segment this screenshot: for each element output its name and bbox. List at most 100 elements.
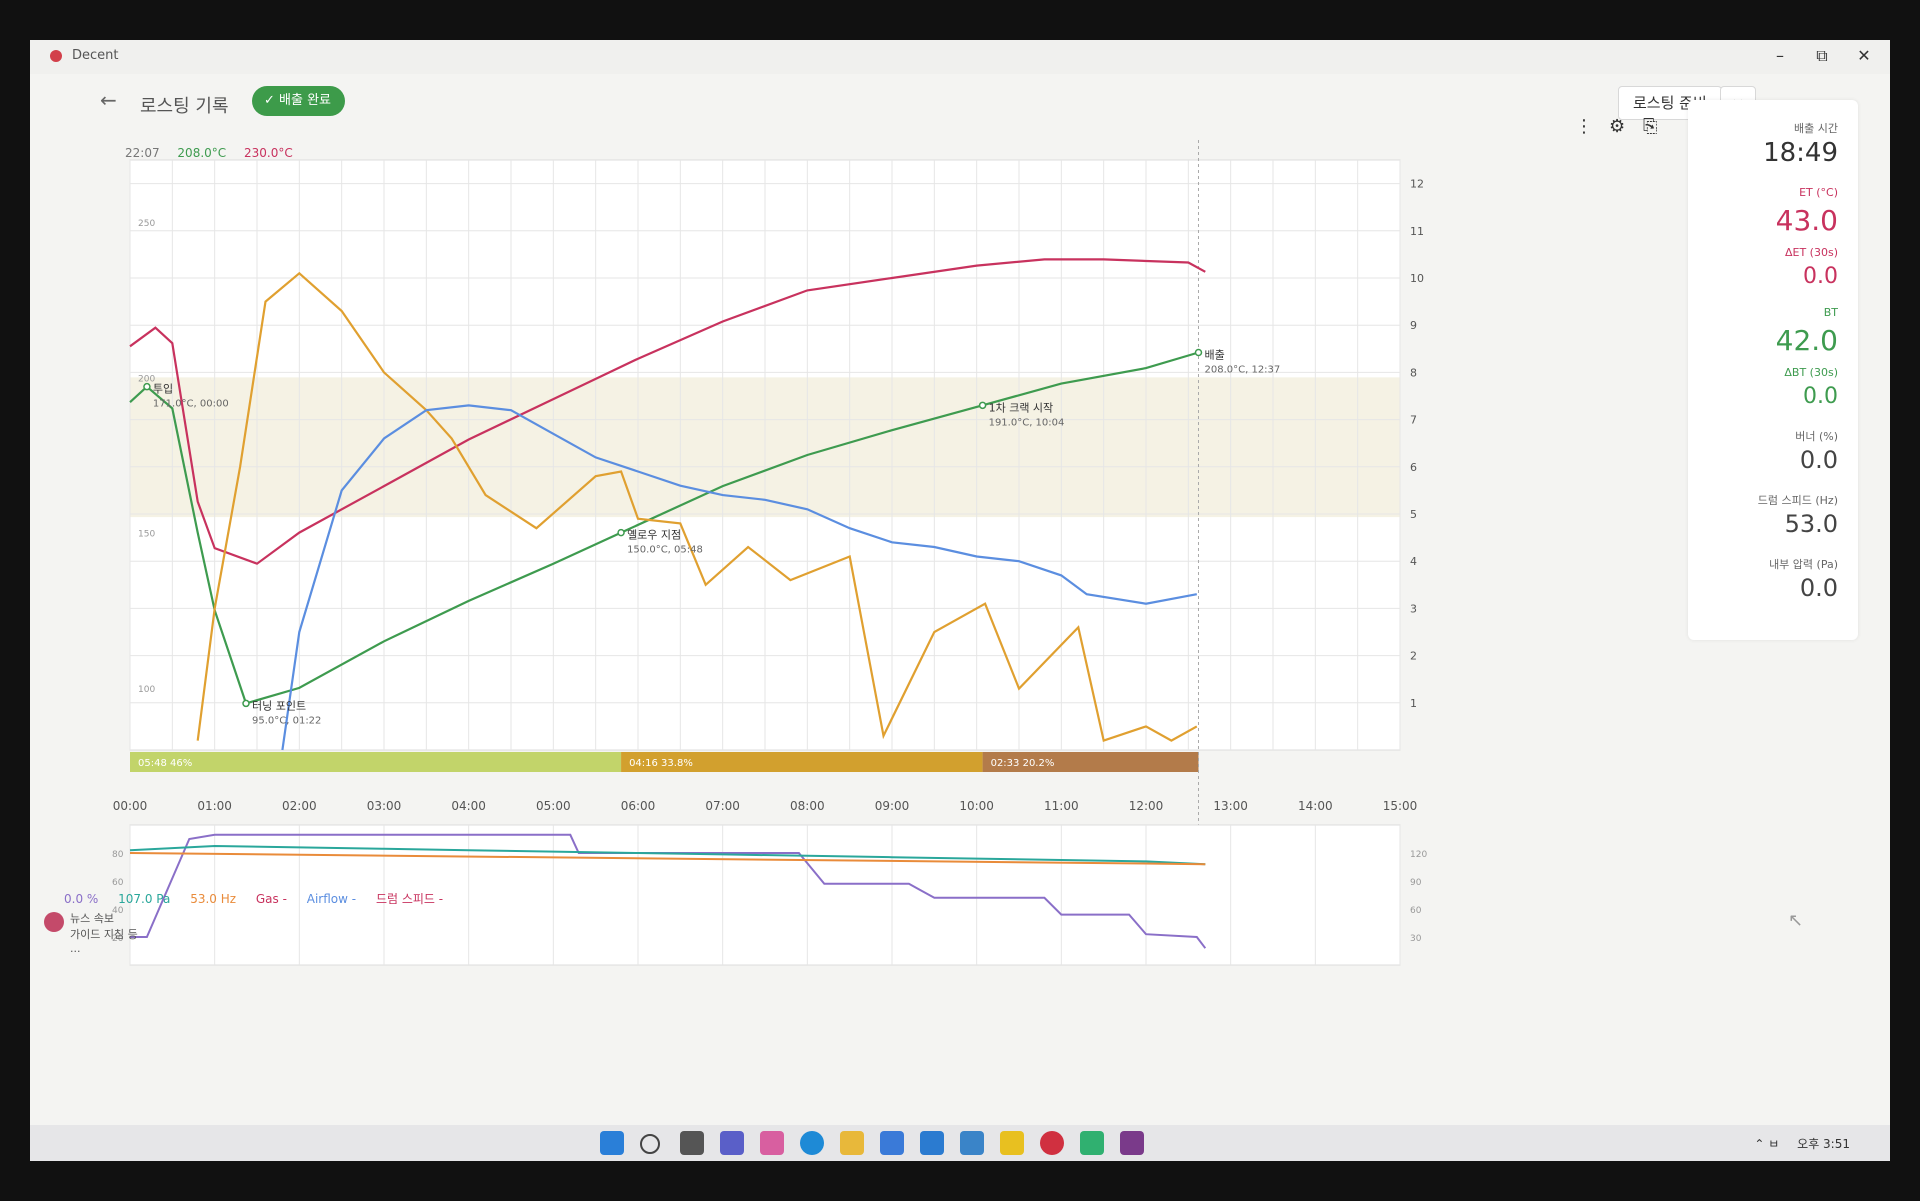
dbt-label: ΔBT (30s) (1784, 366, 1838, 379)
x-tick-label: 14:00 (1298, 799, 1333, 813)
et-value: 43.0 (1775, 204, 1838, 237)
sub-y-left-tick-label: 60 (112, 878, 124, 888)
news-icon (44, 912, 64, 932)
annotation-marker (978, 401, 987, 410)
annotation-detail: 95.0°C, 01:22 (252, 715, 321, 726)
dbt-value: 0.0 (1803, 384, 1838, 409)
sub-y-right-tick-label: 120 (1410, 850, 1427, 860)
x-tick-label: 09:00 (875, 799, 910, 813)
sub-y-right-tick-label: 30 (1410, 934, 1422, 944)
notification-line1: 뉴스 속보 (70, 912, 114, 925)
notification[interactable]: 뉴스 속보 가이드 지침 등 ... (40, 908, 150, 955)
burner-value: 0.0 (1799, 446, 1838, 474)
pressure-label: 내부 압력 (Pa) (1769, 558, 1838, 571)
et-label: ET (°C) (1799, 186, 1838, 199)
mail-icon[interactable] (920, 1131, 944, 1155)
annotation-marker (143, 382, 151, 391)
taskbar: ⌃ ㅂ 오후 3:51 (30, 1125, 1890, 1161)
legend-airflow: Airflow - (306, 892, 357, 906)
det-label: ΔET (30s) (1784, 246, 1838, 259)
y-right-tick-label: 7 (1410, 414, 1417, 427)
annotation-title: 배출 (1204, 349, 1224, 362)
start-icon[interactable] (600, 1131, 624, 1155)
search-icon[interactable] (640, 1134, 660, 1154)
x-tick-label: 00:00 (113, 799, 148, 813)
notepad-icon[interactable] (960, 1131, 984, 1155)
back-icon[interactable]: ← (100, 88, 117, 112)
chevron-up-icon[interactable]: ⌃ (1754, 1137, 1768, 1151)
y-right-tick-label: 4 (1410, 555, 1417, 568)
annotation-detail: 150.0°C, 05:48 (627, 545, 703, 556)
x-tick-label: 07:00 (705, 799, 740, 813)
y-right-tick-label: 1 (1410, 697, 1417, 710)
edge-icon[interactable] (800, 1131, 824, 1155)
annotation-title: 1차 크랙 시작 (989, 401, 1054, 414)
language-indicator[interactable]: ㅂ (1768, 1137, 1779, 1151)
annotation-marker (1194, 348, 1203, 357)
annotation-marker (242, 699, 250, 708)
app-red-icon[interactable] (1040, 1131, 1064, 1155)
y-left-tick-label: 150 (138, 530, 155, 540)
x-tick-label: 01:00 (197, 799, 232, 813)
y-right-tick-label: 12 (1410, 178, 1424, 191)
y-right-tick-label: 10 (1410, 272, 1424, 285)
notification-line2: 가이드 지침 등 ... (70, 928, 138, 955)
x-tick-label: 06:00 (621, 799, 656, 813)
annotation-title: 터닝 포인트 (252, 699, 306, 712)
y-right-tick-label: 3 (1410, 602, 1417, 615)
app-title: Decent (72, 48, 119, 63)
page-title: 로스팅 기록 (140, 96, 229, 117)
y-right-tick-label: 2 (1410, 650, 1417, 663)
mouse-cursor-icon: ↖ (1788, 910, 1804, 931)
phase-label: 02:33 20.2% (991, 758, 1055, 769)
teams-icon[interactable] (720, 1131, 744, 1155)
phase-label: 04:16 33.8% (629, 758, 693, 769)
legend-pressure: 107.0 Pa (118, 892, 171, 906)
app-green-icon[interactable] (1080, 1131, 1104, 1155)
close-button[interactable]: ✕ (1844, 44, 1884, 68)
status-badge-label: 배출 완료 (279, 93, 332, 108)
check-icon: ✓ (264, 93, 280, 108)
y-right-tick-label: 8 (1410, 366, 1417, 379)
copilot-icon[interactable] (760, 1131, 784, 1155)
x-tick-label: 02:00 (282, 799, 317, 813)
roast-chart: 00:00 01:00 02:00 03:00 04:00 05:00 06:00 07:00… (112, 140, 1427, 966)
annotation-detail: 191.0°C, 10:04 (989, 417, 1065, 428)
y-right-tick-label: 5 (1410, 508, 1417, 521)
legend-drum: 53.0 Hz (190, 892, 237, 906)
x-tick-label: 10:00 (959, 799, 994, 813)
title-bar: Decent – ⧉ ✕ (30, 40, 1890, 74)
legend-burner: 0.0 % (64, 892, 99, 906)
burner-label: 버너 (%) (1795, 430, 1838, 443)
det-value: 0.0 (1803, 264, 1838, 289)
x-tick-label: 05:00 (536, 799, 571, 813)
y-right-tick-label: 6 (1410, 461, 1417, 474)
readout-panel: 배출 시간 18:49 ET (°C) 43.0 ΔET (30s) 0.0 B… (1688, 100, 1858, 640)
drum-label: 드럼 스피드 (Hz) (1757, 494, 1838, 507)
sub-y-right-tick-label: 90 (1410, 878, 1422, 888)
phase-bar (130, 752, 622, 772)
roast-time-value: 18:49 (1763, 138, 1838, 168)
legend-drum-speed: 드럼 스피드 - (375, 892, 444, 906)
minimize-button[interactable]: – (1760, 44, 1800, 68)
bottom-legend: 0.0 % 107.0 Pa 53.0 Hz Gas - Airflow - 드… (64, 890, 459, 907)
screen: Decent – ⧉ ✕ ← 로스팅 기록 ✓ 배출 완료 로스팅 준비 ‹ ›… (30, 40, 1890, 1161)
pressure-value: 0.0 (1799, 574, 1838, 602)
folder-icon[interactable] (840, 1131, 864, 1155)
sticky-notes-icon[interactable] (1000, 1131, 1024, 1155)
decent-app-icon[interactable] (1120, 1131, 1144, 1155)
clock[interactable]: 오후 3:51 (1797, 1137, 1850, 1151)
bt-label: BT (1823, 306, 1838, 319)
sub-y-left-tick-label: 80 (112, 850, 124, 860)
app-icon (50, 50, 62, 62)
y-left-tick-label: 100 (138, 685, 155, 695)
task-view-icon[interactable] (680, 1131, 704, 1155)
annotation-detail: 171.0°C, 00:00 (153, 399, 229, 410)
x-tick-label: 03:00 (367, 799, 402, 813)
maximize-button[interactable]: ⧉ (1802, 44, 1842, 68)
y-left-tick-label: 250 (138, 219, 155, 229)
store-icon[interactable] (880, 1131, 904, 1155)
annotation-marker (617, 528, 625, 537)
y-right-tick-label: 11 (1410, 225, 1424, 238)
x-tick-label: 11:00 (1044, 799, 1079, 813)
